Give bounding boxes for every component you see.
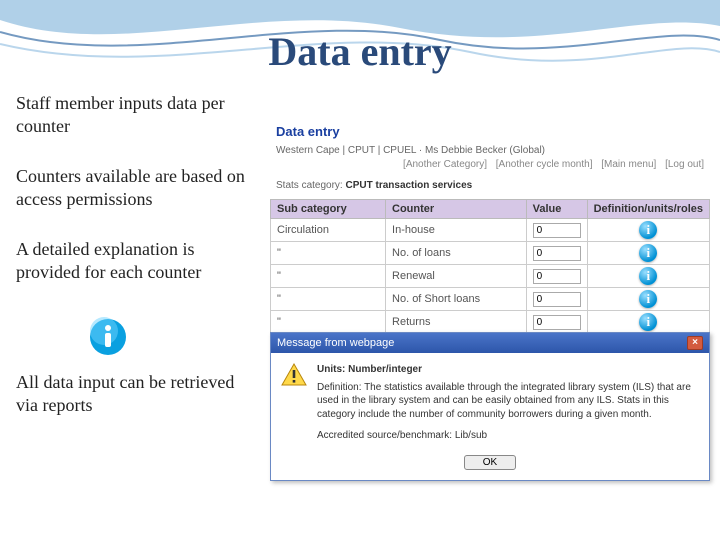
breadcrumb: Western Cape | CPUT | CPUEL · Ms Debbie …: [270, 143, 710, 158]
bullet-1: Staff member inputs data per counter: [16, 92, 256, 137]
cell-subcategory: ": [271, 242, 386, 265]
stats-value: CPUT transaction services: [345, 180, 472, 191]
table-row: " No. of Short loans i: [271, 288, 710, 311]
panel-heading: Data entry: [270, 120, 710, 143]
stats-label: Stats category:: [276, 180, 343, 191]
cell-subcategory: ": [271, 311, 386, 334]
info-icon[interactable]: i: [639, 221, 657, 239]
table-row: " No. of loans i: [271, 242, 710, 265]
bullet-column: Staff member inputs data per counter Cou…: [16, 92, 256, 444]
cell-subcategory: ": [271, 265, 386, 288]
link-logout[interactable]: [Log out]: [665, 159, 704, 170]
cell-counter: Returns: [386, 311, 527, 334]
cell-counter: In-house: [386, 219, 527, 242]
cell-counter: No. of Short loans: [386, 288, 527, 311]
dialog-titlebar: Message from webpage ×: [271, 333, 709, 353]
info-icon[interactable]: i: [639, 244, 657, 262]
dialog-heading: Units: Number/integer: [317, 363, 699, 377]
info-icon[interactable]: i: [639, 313, 657, 331]
info-icon-large: [86, 315, 130, 359]
ok-button[interactable]: OK: [464, 455, 516, 470]
table-row: " Returns i: [271, 311, 710, 334]
dialog-body-text: Definition: The statistics available thr…: [317, 381, 699, 422]
dialog-title-text: Message from webpage: [277, 337, 394, 349]
col-value: Value: [526, 200, 587, 219]
value-input[interactable]: [533, 292, 581, 307]
dialog-text: Units: Number/integer Definition: The st…: [317, 363, 699, 443]
link-main-menu[interactable]: [Main menu]: [601, 159, 656, 170]
message-dialog: Message from webpage × Units: Number/int…: [270, 332, 710, 481]
close-icon[interactable]: ×: [687, 336, 703, 350]
link-another-cycle[interactable]: [Another cycle month]: [496, 159, 593, 170]
info-icon[interactable]: i: [639, 267, 657, 285]
value-input[interactable]: [533, 223, 581, 238]
warning-icon: [281, 363, 307, 387]
panel-nav-links: [Another Category] [Another cycle month]…: [270, 158, 710, 174]
cell-subcategory: ": [271, 288, 386, 311]
bullet-3: A detailed explanation is provided for e…: [16, 238, 256, 283]
value-input[interactable]: [533, 246, 581, 261]
value-input[interactable]: [533, 269, 581, 284]
value-input[interactable]: [533, 315, 581, 330]
cell-counter: No. of loans: [386, 242, 527, 265]
dialog-subtext: Accredited source/benchmark: Lib/sub: [317, 429, 699, 443]
link-another-category[interactable]: [Another Category]: [403, 159, 487, 170]
col-counter: Counter: [386, 200, 527, 219]
bullet-4: All data input can be retrieved via repo…: [16, 371, 256, 416]
col-definition: Definition/units/roles: [587, 200, 709, 219]
col-subcategory: Sub category: [271, 200, 386, 219]
slide-title: Data entry: [0, 28, 720, 75]
cell-counter: Renewal: [386, 265, 527, 288]
info-icon[interactable]: i: [639, 290, 657, 308]
table-row: Circulation In-house i: [271, 219, 710, 242]
bullet-2: Counters available are based on access p…: [16, 165, 256, 210]
counter-table: Sub category Counter Value Definition/un…: [270, 199, 710, 334]
table-row: " Renewal i: [271, 265, 710, 288]
cell-subcategory: Circulation: [271, 219, 386, 242]
data-entry-panel: Data entry Western Cape | CPUT | CPUEL ·…: [270, 120, 710, 334]
stats-category-line: Stats category: CPUT transaction service…: [270, 174, 710, 199]
